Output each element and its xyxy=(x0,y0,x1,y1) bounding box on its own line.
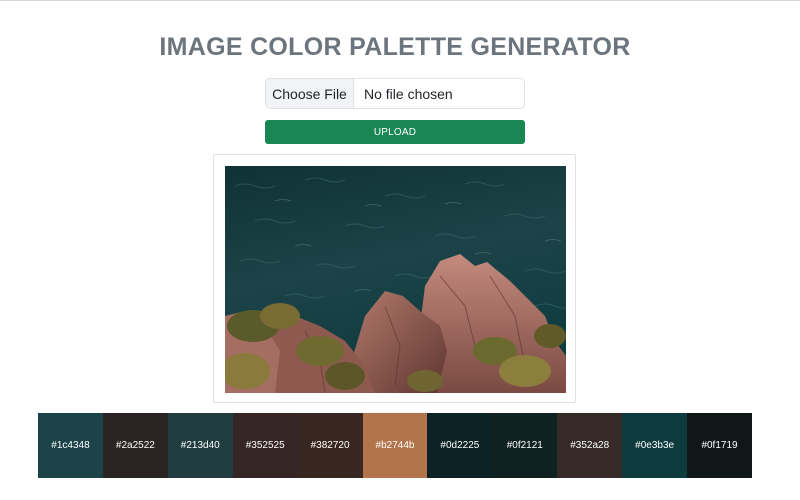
upload-button[interactable]: UPLOAD xyxy=(265,120,525,144)
color-swatch[interactable]: #352a28 xyxy=(557,413,623,478)
color-swatch[interactable]: #382720 xyxy=(297,413,363,478)
color-swatch[interactable]: #0d2225 xyxy=(427,413,493,478)
top-divider xyxy=(0,0,800,1)
color-swatch[interactable]: #352525 xyxy=(232,413,298,478)
color-swatch[interactable]: #b2744b xyxy=(362,413,428,478)
file-status-text: No file chosen xyxy=(364,85,453,102)
color-swatch[interactable]: #213d40 xyxy=(167,413,233,478)
color-swatch[interactable]: #0f1719 xyxy=(687,413,752,478)
page-title: IMAGE COLOR PALETTE GENERATOR xyxy=(159,33,631,61)
uploaded-image xyxy=(225,166,566,393)
file-input[interactable]: Choose File No file chosen xyxy=(265,78,525,109)
color-swatch[interactable]: #1c4348 xyxy=(38,413,103,478)
image-preview xyxy=(213,154,576,403)
color-swatch[interactable]: #2a2522 xyxy=(102,413,168,478)
color-swatch[interactable]: #0e3b3e xyxy=(622,413,688,478)
color-palette: #1c4348 #2a2522 #213d40 #352525 #382720 … xyxy=(38,413,752,478)
color-swatch[interactable]: #0f2121 xyxy=(492,413,558,478)
choose-file-button[interactable]: Choose File xyxy=(266,79,354,108)
